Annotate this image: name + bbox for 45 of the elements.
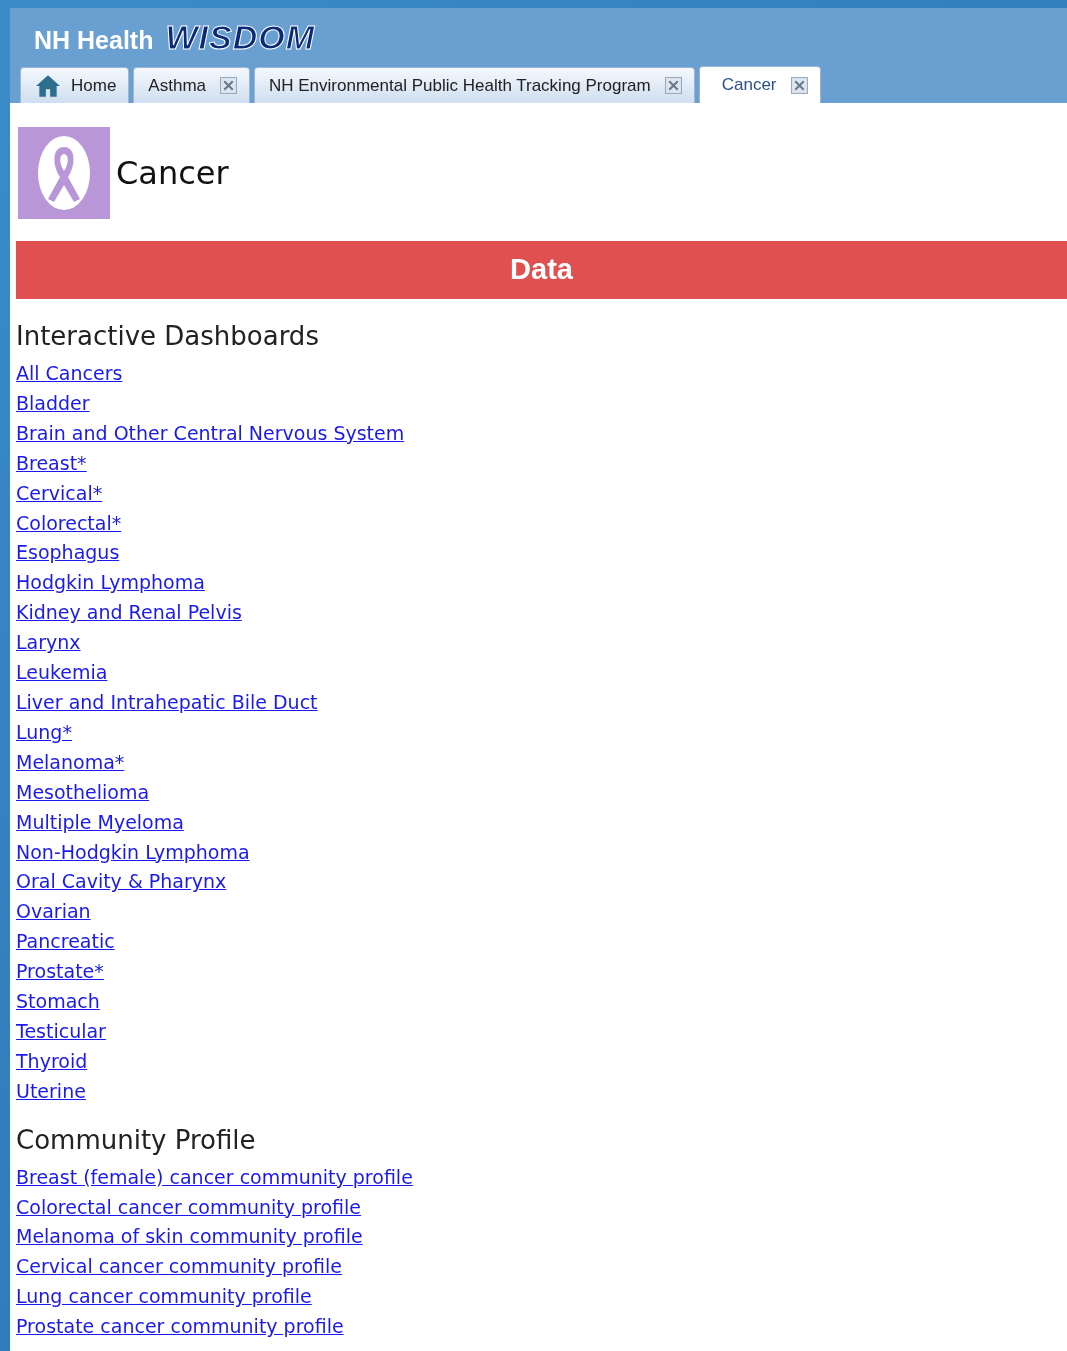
link[interactable]: Mesothelioma	[16, 777, 150, 808]
link[interactable]: Leukemia	[16, 658, 108, 688]
link[interactable]: Oral Cavity & Pharynx	[16, 867, 227, 898]
link[interactable]: All Cancers	[16, 359, 123, 389]
section-banner: Data	[16, 241, 1067, 299]
link[interactable]: Prostate cancer community profile	[16, 1312, 344, 1343]
link[interactable]: Colorectal*	[16, 508, 122, 539]
link[interactable]: Multiple Myeloma	[16, 807, 184, 838]
link[interactable]: Melanoma of skin community profile	[16, 1222, 363, 1253]
link[interactable]: Pancreatic	[16, 927, 115, 958]
brand-logo-text: WISDOM	[165, 18, 315, 57]
link[interactable]: Brain and Other Central Nervous System	[16, 418, 405, 449]
page-title: Cancer	[116, 154, 229, 192]
link[interactable]: Prostate*	[16, 957, 104, 988]
link[interactable]: Lung cancer community profile	[16, 1282, 312, 1313]
tab[interactable]: Asthma	[133, 67, 250, 103]
link[interactable]: Ovarian	[16, 897, 91, 928]
close-icon[interactable]	[790, 76, 808, 94]
link[interactable]: Cervical*	[16, 478, 103, 509]
link[interactable]: Cervical cancer community profile	[16, 1252, 342, 1283]
tab[interactable]: NH Environmental Public Health Tracking Program	[254, 67, 695, 103]
link[interactable]: Colorectal cancer community profile	[16, 1192, 362, 1223]
close-icon[interactable]	[664, 77, 682, 94]
link[interactable]: Kidney and Renal Pelvis	[16, 598, 242, 629]
link[interactable]: Liver and Intrahepatic Bile Duct	[16, 687, 318, 718]
link[interactable]: Breast (female) cancer community profile	[16, 1162, 413, 1193]
tab[interactable]: Cancer	[698, 66, 821, 103]
section-heading: Interactive Dashboards	[16, 320, 319, 353]
link[interactable]: Lung*	[16, 717, 72, 748]
link[interactable]: Uterine	[16, 1076, 86, 1107]
link[interactable]: Larynx	[16, 628, 81, 659]
link[interactable]: Thyroid	[16, 1046, 88, 1077]
link[interactable]: Non-Hodgkin Lymphoma	[16, 837, 250, 868]
link[interactable]: Testicular	[16, 1016, 106, 1047]
link[interactable]: Stomach	[16, 987, 100, 1017]
link[interactable]: Melanoma*	[16, 747, 125, 778]
tab[interactable]: Home	[20, 67, 130, 103]
link[interactable]: Breast*	[16, 448, 87, 479]
ribbon-icon	[18, 127, 110, 219]
link[interactable]: Hodgkin Lymphoma	[16, 568, 205, 599]
link[interactable]: Esophagus	[16, 538, 120, 569]
brand-name: NH Health	[34, 26, 154, 55]
section-heading: Community Profile	[16, 1123, 256, 1157]
link[interactable]: Bladder	[16, 388, 90, 419]
close-icon[interactable]	[220, 77, 237, 94]
